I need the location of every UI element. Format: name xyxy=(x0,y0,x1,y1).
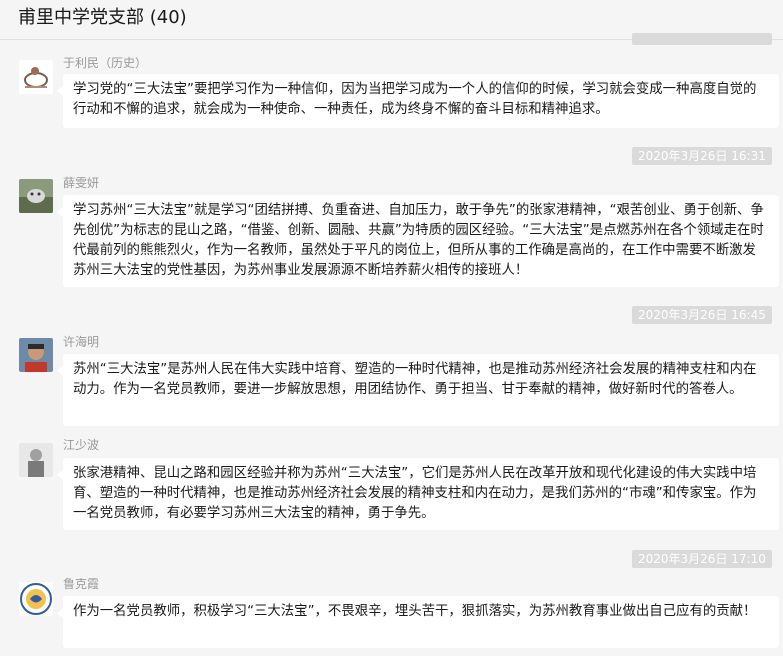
message-bubble[interactable]: 学习苏州“三大法宝”就是学习“团结拼搏、负重奋进、自加压力，敢于争先”的张家港精… xyxy=(57,195,779,287)
timestamp-divider: 2020年3月26日 16:45 xyxy=(632,306,772,324)
avatar[interactable] xyxy=(19,443,53,477)
message-bubble[interactable]: 苏州“三大法宝”是苏州人民在伟大实践中培育、塑造的一种时代精神，也是推动苏州经济… xyxy=(57,354,779,426)
message-bubble[interactable]: 学习党的“三大法宝”要把学习作为一种信仰，因为当把学习成为一个人的信仰的时候，学… xyxy=(57,74,779,128)
timestamp-divider: 2020年3月26日 17:10 xyxy=(632,550,772,568)
sender-name: 于利民（历史） xyxy=(63,56,148,70)
sender-name: 鲁克霞 xyxy=(63,577,100,591)
sender-name: 许海明 xyxy=(63,335,100,349)
timestamp-divider-cut xyxy=(632,33,772,45)
chat-title: 甫里中学党支部 (40) xyxy=(18,7,187,28)
sender-name: 江少波 xyxy=(63,438,100,452)
avatar[interactable] xyxy=(19,60,53,94)
timestamp-divider: 2020年3月26日 16:31 xyxy=(632,147,772,165)
avatar[interactable] xyxy=(19,179,53,213)
avatar[interactable] xyxy=(19,582,53,616)
message-bubble[interactable]: 张家港精神、昆山之路和园区经验并称为苏州“三大法宝”，它们是苏州人民在改革开放和… xyxy=(57,458,779,530)
sender-name: 薛雯妍 xyxy=(63,176,100,190)
avatar[interactable] xyxy=(19,338,53,372)
message-bubble[interactable]: 作为一名党员教师，积极学习“三大法宝”，不畏艰辛，埋头苦干，狠抓落实，为苏州教育… xyxy=(57,596,779,648)
